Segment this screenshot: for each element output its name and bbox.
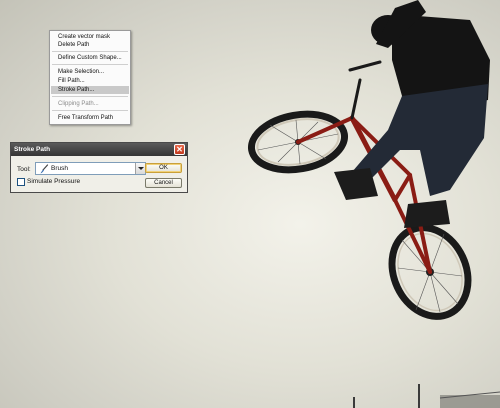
menu-item-create-vector-mask[interactable]: Create vector mask [58, 33, 110, 41]
menu-item-free-transform-path[interactable]: Free Transform Path [58, 114, 113, 122]
tool-select[interactable]: Brush [35, 162, 146, 175]
dialog-title: Stroke Path [14, 146, 51, 153]
menu-separator [52, 110, 128, 111]
dialog-title-bar: Stroke Path [11, 143, 187, 156]
menu-separator [52, 96, 128, 97]
tool-value: Brush [51, 165, 68, 172]
menu-item-define-custom-shape[interactable]: Define Custom Shape... [58, 54, 122, 62]
tool-label: Tool: [17, 166, 31, 173]
menu-item-stroke-path[interactable]: Stroke Path... [51, 86, 129, 94]
ok-button[interactable]: OK [145, 163, 182, 173]
ground-details [353, 384, 500, 408]
stroke-path-dialog: Stroke Path ✕ Tool: Brush Simulate Press… [10, 142, 188, 193]
path-context-menu: Create vector mask Delete Path Define Cu… [49, 30, 131, 125]
menu-item-make-selection[interactable]: Make Selection... [58, 68, 104, 76]
menu-separator [52, 51, 128, 52]
simulate-pressure-label: Simulate Pressure [27, 178, 81, 185]
menu-separator [52, 64, 128, 65]
menu-item-delete-path[interactable]: Delete Path [58, 41, 89, 49]
brush-icon [40, 164, 49, 174]
chevron-down-icon[interactable] [135, 163, 145, 174]
cancel-button[interactable]: Cancel [145, 178, 182, 188]
simulate-pressure-checkbox[interactable] [17, 178, 25, 186]
menu-item-fill-path[interactable]: Fill Path... [58, 77, 85, 85]
menu-item-clipping-path: Clipping Path... [58, 101, 99, 107]
close-icon[interactable]: ✕ [174, 144, 185, 155]
handlebar [348, 60, 382, 120]
